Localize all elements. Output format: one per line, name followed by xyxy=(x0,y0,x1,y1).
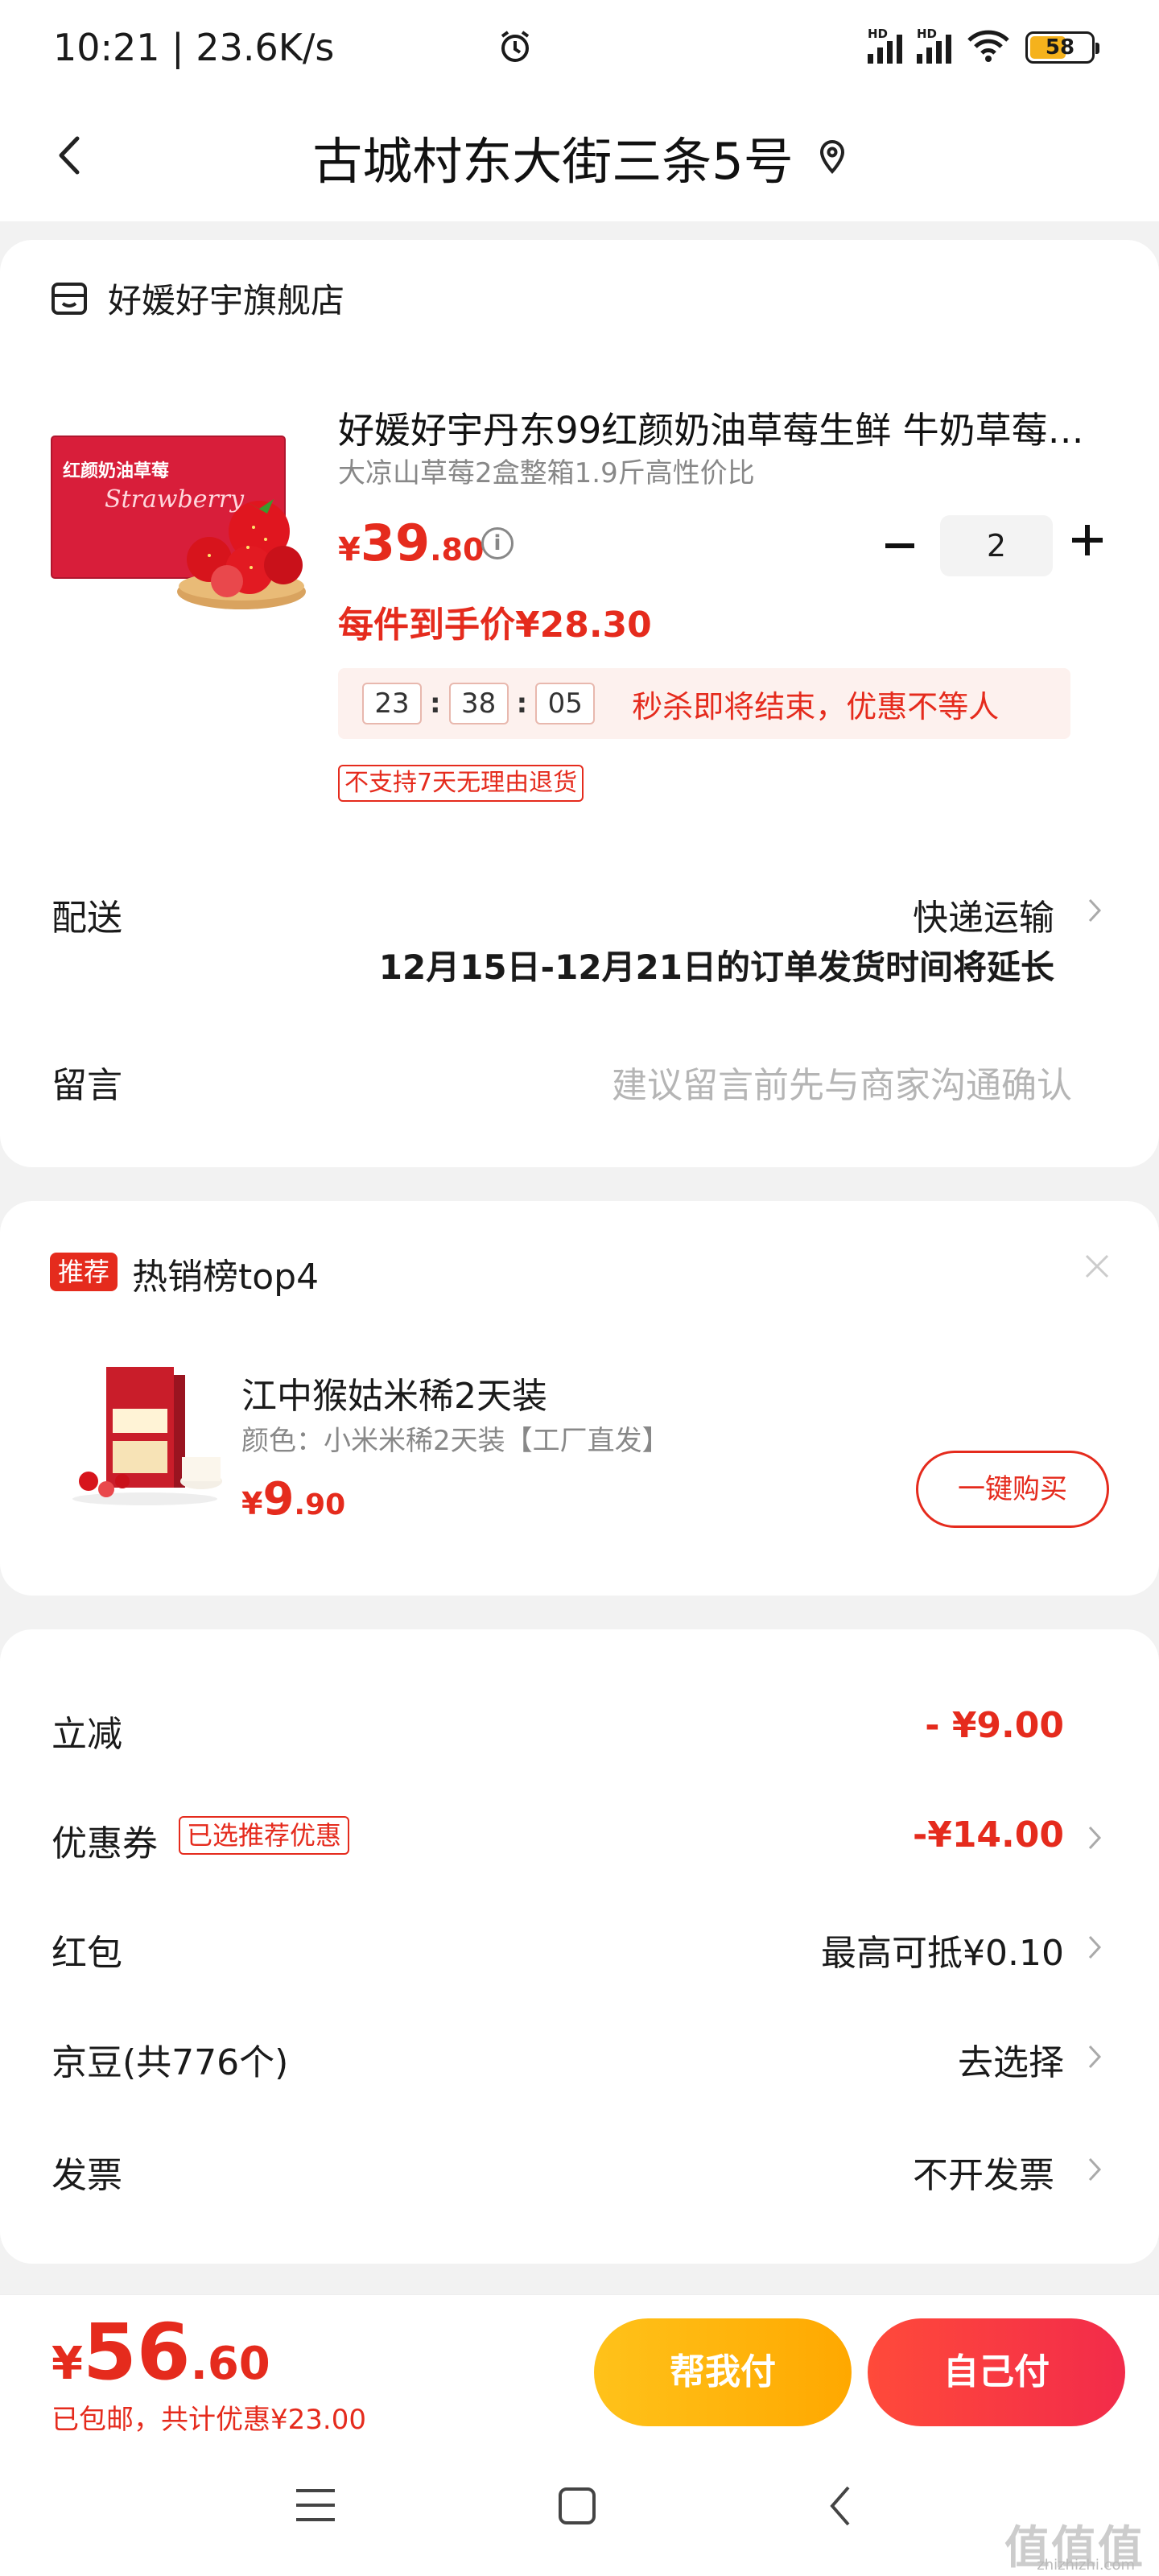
invoice-value[interactable]: 不开发票 xyxy=(913,2146,1054,2198)
red-packet-label: 红包 xyxy=(52,1933,122,1974)
status-icons: HD HD 58 xyxy=(501,27,1099,66)
one-click-buy-button[interactable]: 一键购买 xyxy=(916,1451,1109,1528)
message-input[interactable]: 建议留言前先与商家沟通确认 xyxy=(612,1056,1072,1108)
invoice-label: 发票 xyxy=(52,2155,122,2196)
chevron-right-icon[interactable] xyxy=(1087,1934,1103,1961)
store-name: 好媛好宇旗舰店 xyxy=(108,281,345,320)
store-icon xyxy=(52,282,87,315)
shipping-delay-note: 12月15日-12月21日的订单发货时间将延长 xyxy=(378,947,1054,987)
plus-button[interactable] xyxy=(1072,525,1103,555)
recommend-product-image[interactable] xyxy=(64,1360,225,1505)
alarm-icon xyxy=(497,29,533,68)
return-policy-tag: 不支持7天无理由退货 xyxy=(338,765,584,802)
product-image-subtitle: Strawberry xyxy=(105,485,245,514)
address-title: 古城村东大街三条5号 xyxy=(312,132,794,191)
status-time: 10:21 | 23.6K/s xyxy=(53,26,335,69)
flash-sale-countdown: 23 : 38 : 05 秒杀即将结束，优惠不等人 xyxy=(338,668,1070,739)
wifi-icon xyxy=(966,29,1011,66)
delivery-label: 配送 xyxy=(52,898,122,939)
help-pay-button[interactable]: 帮我付 xyxy=(594,2318,852,2426)
coupon-label: 优惠券 xyxy=(52,1823,158,1864)
countdown-hours: 23 xyxy=(362,683,422,724)
store-header[interactable]: 好媛好宇旗舰店 xyxy=(50,274,344,323)
final-unit-price: 每件到手价¥28.30 xyxy=(338,605,652,646)
jingdou-label: 京豆(共776个) xyxy=(52,2042,289,2083)
total-price: ¥56.60 xyxy=(52,2307,270,2397)
message-label: 留言 xyxy=(52,1065,122,1106)
countdown-text: 秒杀即将结束，优惠不等人 xyxy=(632,688,1000,724)
minus-button[interactable] xyxy=(885,543,914,548)
direct-discount-label: 立减 xyxy=(52,1714,122,1755)
product-image[interactable]: 红颜奶油草莓 Strawberry xyxy=(48,427,306,612)
recommend-title: 热销榜top4 xyxy=(132,1257,320,1298)
back-nav-icon[interactable] xyxy=(827,2484,852,2528)
product-name[interactable]: 好媛好宇丹东99红颜奶油草莓生鲜 牛奶草莓… xyxy=(338,401,1111,453)
product-spec[interactable]: 大凉山草莓2盒整箱1.9斤高性价比 xyxy=(338,451,755,490)
direct-discount-value: - ¥9.00 xyxy=(925,1705,1064,1746)
battery-icon: 58 xyxy=(1025,31,1099,64)
location-pin-icon xyxy=(819,139,844,174)
coupon-value[interactable]: -¥14.00 xyxy=(913,1814,1064,1856)
red-packet-value[interactable]: 最高可抵¥0.10 xyxy=(821,1924,1064,1975)
recommend-product-price: ¥9.90 xyxy=(241,1473,346,1525)
total-summary: 已包邮，共计优惠¥23.00 xyxy=(52,2404,366,2436)
watermark-url: zhizhizhi.com xyxy=(1037,2557,1135,2574)
chevron-right-icon[interactable] xyxy=(1087,1824,1103,1852)
chevron-right-icon[interactable] xyxy=(1087,2156,1103,2183)
chevron-right-icon[interactable] xyxy=(1087,2043,1103,2070)
self-pay-button[interactable]: 自己付 xyxy=(868,2318,1125,2426)
jingdou-value[interactable]: 去选择 xyxy=(958,2033,1064,2085)
chevron-right-icon[interactable] xyxy=(1087,897,1103,924)
recommend-badge: 推荐 xyxy=(50,1253,118,1291)
countdown-minutes: 38 xyxy=(448,683,509,724)
recommend-product-name[interactable]: 江中猴姑米稀2天装 xyxy=(241,1367,547,1418)
info-icon[interactable]: i xyxy=(481,527,514,559)
product-price: ¥39.80 xyxy=(338,514,485,572)
home-icon[interactable] xyxy=(557,2486,597,2526)
delivery-value[interactable]: 快递运输 xyxy=(913,889,1054,940)
close-icon[interactable] xyxy=(1083,1253,1111,1280)
recommend-product-spec: 颜色：小米米稀2天装【工厂直发】 xyxy=(241,1425,670,1457)
page-title[interactable]: 古城村东大街三条5号 xyxy=(0,121,1159,193)
menu-icon[interactable] xyxy=(295,2487,336,2523)
coupon-tag: 已选推荐优惠 xyxy=(179,1816,350,1855)
quantity-field[interactable]: 2 xyxy=(940,515,1053,576)
product-image-title: 红颜奶油草莓 xyxy=(63,460,169,481)
signal-icon: HD xyxy=(868,27,902,64)
countdown-seconds: 05 xyxy=(535,683,596,724)
signal-icon: HD xyxy=(917,27,951,64)
